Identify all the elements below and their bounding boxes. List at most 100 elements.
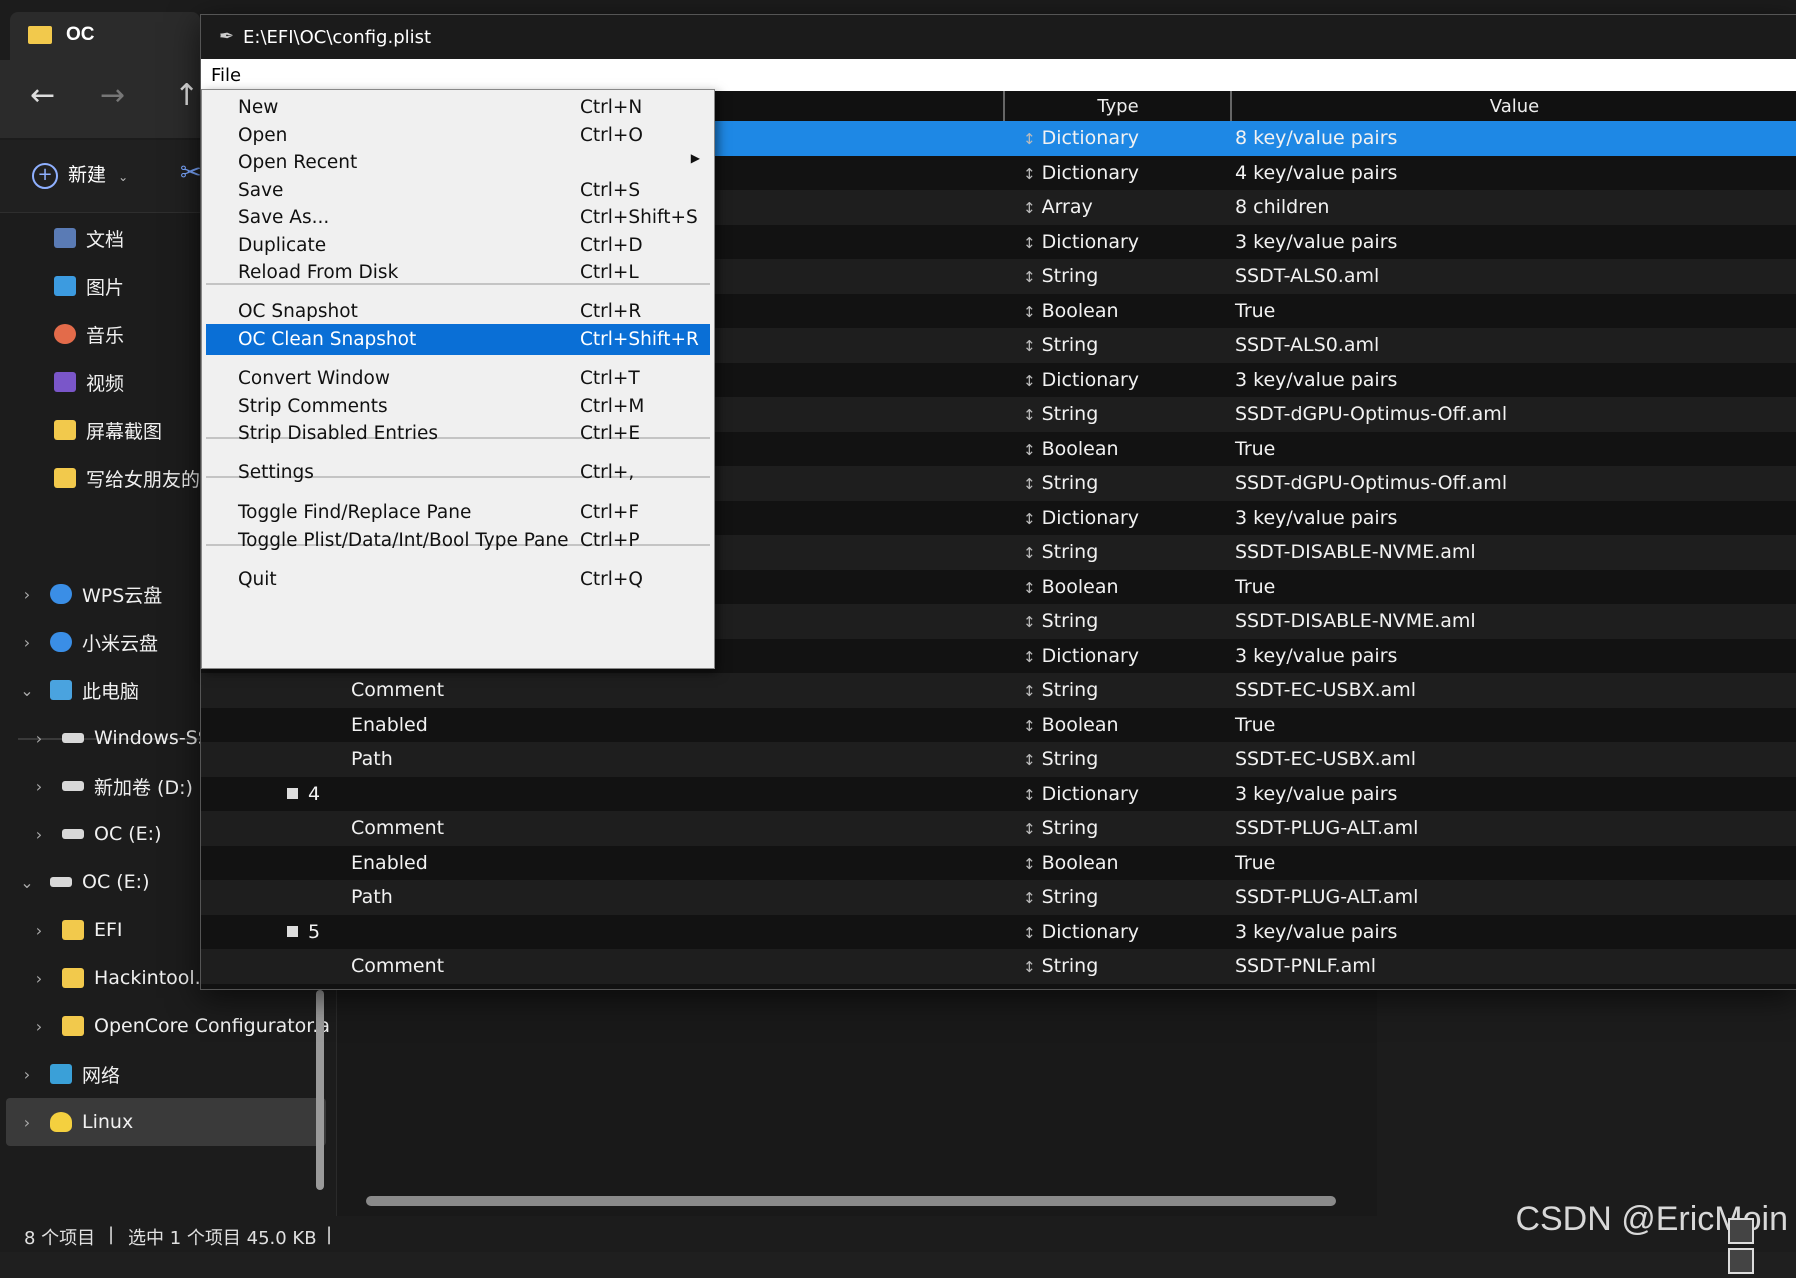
column-header-value[interactable]: Value: [1232, 96, 1796, 117]
plist-type[interactable]: ↕ Boolean: [1023, 714, 1119, 736]
plist-type[interactable]: ↕ Dictionary: [1023, 162, 1139, 184]
plist-type[interactable]: ↕ String: [1023, 472, 1098, 494]
plist-type[interactable]: ↕ Dictionary: [1023, 369, 1139, 391]
menu-file[interactable]: File: [211, 65, 241, 86]
plist-type[interactable]: ↕ Dictionary: [1023, 783, 1139, 805]
type-selector-icon[interactable]: ↕: [1023, 234, 1036, 252]
plist-type[interactable]: ↕ Dictionary: [1023, 645, 1139, 667]
sidebar-item-d-drive[interactable]: › 新加卷 (D:): [28, 766, 193, 806]
type-selector-icon[interactable]: ↕: [1023, 441, 1036, 459]
plist-key[interactable]: Comment: [351, 817, 444, 839]
menu-item-oc-snapshot[interactable]: OC Snapshot Ctrl+R: [206, 296, 710, 327]
menu-item-convert-window[interactable]: Convert Window Ctrl+T: [206, 363, 710, 394]
plist-value[interactable]: SSDT-DISABLE-NVME.aml: [1235, 610, 1476, 632]
type-selector-icon[interactable]: ↕: [1023, 337, 1036, 355]
type-selector-icon[interactable]: ↕: [1023, 130, 1036, 148]
sidebar-item-linux[interactable]: › Linux: [16, 1102, 133, 1142]
menu-item-open-recent[interactable]: Open Recent ▶: [206, 147, 710, 178]
sidebar-item-videos[interactable]: 视频: [54, 362, 124, 402]
plist-value[interactable]: 3 key/value pairs: [1235, 645, 1397, 667]
type-selector-icon[interactable]: ↕: [1023, 924, 1036, 942]
plist-value[interactable]: True: [1235, 852, 1275, 874]
plist-key[interactable]: Enabled: [351, 852, 428, 874]
plist-type[interactable]: ↕ String: [1023, 541, 1098, 563]
plist-value[interactable]: 3 key/value pairs: [1235, 783, 1397, 805]
plist-type[interactable]: ↕ String: [1023, 817, 1098, 839]
plist-value[interactable]: SSDT-dGPU-Optimus-Off.aml: [1235, 403, 1507, 425]
window-title-bar[interactable]: ✒ E:\EFI\OC\config.plist: [201, 15, 1796, 59]
type-selector-icon[interactable]: ↕: [1023, 199, 1036, 217]
plist-type[interactable]: ↕ Boolean: [1023, 438, 1119, 460]
plist-value[interactable]: SSDT-EC-USBX.aml: [1235, 679, 1416, 701]
plist-row[interactable]: 4 ↕ Dictionary 3 key/value pairs: [201, 776, 1796, 811]
plist-row[interactable]: Path ↕ String SSDT-PLUG-ALT.aml: [201, 880, 1796, 915]
plist-value[interactable]: SSDT-PLUG-ALT.aml: [1235, 817, 1418, 839]
plist-type[interactable]: ↕ String: [1023, 955, 1098, 977]
plist-value[interactable]: SSDT-EC-USBX.aml: [1235, 748, 1416, 770]
plist-type[interactable]: ↕ String: [1023, 265, 1098, 287]
chevron-down-icon[interactable]: ⌄: [16, 873, 38, 892]
plist-type[interactable]: ↕ Boolean: [1023, 852, 1119, 874]
type-selector-icon[interactable]: ↕: [1023, 303, 1036, 321]
type-selector-icon[interactable]: ↕: [1023, 820, 1036, 838]
plist-value[interactable]: SSDT-PNLF.aml: [1235, 955, 1376, 977]
sidebar-item-this-pc[interactable]: ⌄ 此电脑: [16, 670, 139, 710]
menu-item-oc-clean-snapshot[interactable]: OC Clean Snapshot Ctrl+Shift+R: [206, 324, 710, 355]
chevron-right-icon[interactable]: ›: [28, 969, 50, 988]
type-selector-icon[interactable]: ↕: [1023, 717, 1036, 735]
type-selector-icon[interactable]: ↕: [1023, 855, 1036, 873]
chevron-right-icon[interactable]: ›: [16, 1065, 38, 1084]
details-view-icon[interactable]: [1728, 1218, 1754, 1244]
plist-type[interactable]: ↕ Dictionary: [1023, 231, 1139, 253]
plist-value[interactable]: 8 children: [1235, 196, 1329, 218]
plist-type[interactable]: ↕ Boolean: [1023, 576, 1119, 598]
chevron-right-icon[interactable]: ›: [16, 633, 38, 652]
sidebar-item-oc-drive-expanded[interactable]: ⌄ OC (E:): [16, 862, 149, 902]
plist-type[interactable]: ↕ Boolean: [1023, 300, 1119, 322]
plist-type[interactable]: ↕ Array: [1023, 196, 1093, 218]
type-selector-icon[interactable]: ↕: [1023, 406, 1036, 424]
plist-row[interactable]: Comment ↕ String SSDT-PNLF.aml: [201, 949, 1796, 984]
collapse-toggle-icon[interactable]: [287, 925, 298, 937]
type-selector-icon[interactable]: ↕: [1023, 786, 1036, 804]
type-selector-icon[interactable]: ↕: [1023, 579, 1036, 597]
chevron-right-icon[interactable]: ›: [16, 585, 38, 604]
type-selector-icon[interactable]: ↕: [1023, 648, 1036, 666]
up-arrow-icon[interactable]: ↑: [174, 78, 199, 113]
plist-type[interactable]: ↕ Dictionary: [1023, 127, 1139, 149]
sidebar-item-documents[interactable]: 文档: [54, 218, 124, 258]
plist-key[interactable]: Enabled: [351, 714, 428, 736]
plist-value[interactable]: True: [1235, 576, 1275, 598]
plist-key[interactable]: 5: [287, 921, 320, 943]
plist-value[interactable]: 8 key/value pairs: [1235, 127, 1397, 149]
cut-icon[interactable]: ✂: [180, 158, 202, 188]
type-selector-icon[interactable]: ↕: [1023, 544, 1036, 562]
plist-type[interactable]: ↕ String: [1023, 403, 1098, 425]
chevron-right-icon[interactable]: ›: [28, 921, 50, 940]
new-button[interactable]: + 新建 ⌄: [32, 160, 128, 189]
plist-row[interactable]: Path ↕ String SSDT-EC-USBX.aml: [201, 742, 1796, 777]
back-arrow-icon[interactable]: ←: [30, 78, 55, 113]
type-selector-icon[interactable]: ↕: [1023, 958, 1036, 976]
type-selector-icon[interactable]: ↕: [1023, 268, 1036, 286]
plist-value[interactable]: SSDT-ALS0.aml: [1235, 334, 1379, 356]
chevron-right-icon[interactable]: ›: [16, 1113, 38, 1132]
menu-item-strip-disabled-entries[interactable]: Strip Disabled Entries Ctrl+E: [206, 418, 710, 449]
collapse-toggle-icon[interactable]: [287, 787, 298, 799]
plist-type[interactable]: ↕ Dictionary: [1023, 921, 1139, 943]
plist-value[interactable]: 3 key/value pairs: [1235, 507, 1397, 529]
plist-value[interactable]: 3 key/value pairs: [1235, 369, 1397, 391]
plist-value[interactable]: True: [1235, 438, 1275, 460]
chevron-right-icon[interactable]: ›: [28, 777, 50, 796]
plist-value[interactable]: SSDT-dGPU-Optimus-Off.aml: [1235, 472, 1507, 494]
sidebar-item-network[interactable]: › 网络: [16, 1054, 120, 1094]
plist-row[interactable]: 5 ↕ Dictionary 3 key/value pairs: [201, 914, 1796, 949]
sidebar-scrollbar[interactable]: [316, 990, 324, 1190]
sidebar-item-wps-cloud[interactable]: › WPS云盘: [16, 574, 162, 614]
plist-key[interactable]: 4: [287, 783, 320, 805]
type-selector-icon[interactable]: ↕: [1023, 372, 1036, 390]
plist-key[interactable]: Comment: [351, 955, 444, 977]
menu-item-toggle-plist-data-int-bool-type-pane[interactable]: Toggle Plist/Data/Int/Bool Type Pane Ctrl…: [206, 525, 710, 556]
plist-row[interactable]: Comment ↕ String SSDT-PLUG-ALT.aml: [201, 811, 1796, 846]
type-selector-icon[interactable]: ↕: [1023, 165, 1036, 183]
